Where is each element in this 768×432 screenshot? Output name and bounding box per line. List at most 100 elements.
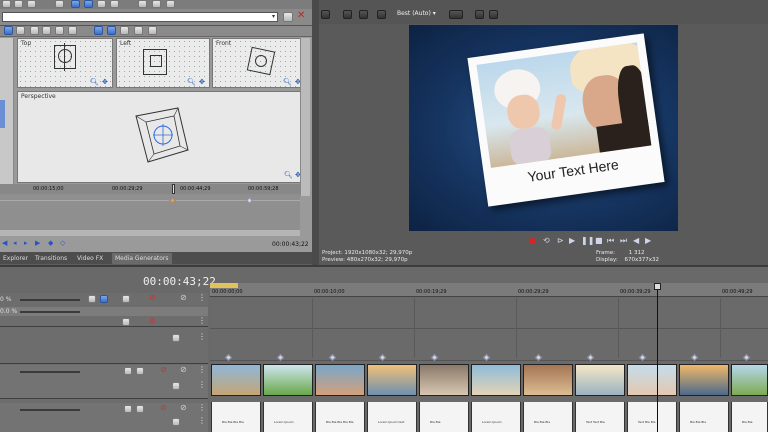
more-icon[interactable]: ⋮ [198,380,206,389]
text-clip[interactable]: Bla Bla [419,402,469,432]
video-clip[interactable] [419,364,469,396]
text-clip[interactable]: Lorem Ipsum [263,402,313,432]
track-motion-icon[interactable] [100,295,108,303]
split-screen-icon[interactable] [359,10,368,19]
video-clip[interactable] [575,364,625,396]
go-to-end-icon[interactable]: ⏭ [620,236,627,246]
move-icon[interactable] [42,26,51,35]
color-channel-icon[interactable] [449,10,463,19]
loop-icon[interactable]: ⟲ [543,236,550,245]
zoom-icon[interactable]: 🔍︎ [90,79,102,86]
solo-icon[interactable]: ⊘ [180,365,187,374]
keyframe-marker[interactable] [168,196,177,205]
text-clip[interactable]: Bla Bla Bla Bla [211,402,261,432]
normal-edit-tool-icon[interactable] [71,0,80,8]
tab-video-fx[interactable]: Video FX [74,253,106,264]
playhead-handle[interactable] [654,283,661,290]
tab-explorer[interactable]: Explorer [0,253,31,264]
scale-icon[interactable] [68,26,77,35]
play-from-start-icon[interactable]: ⊳ [557,236,564,245]
text-clip[interactable]: Lorem Ipsum text [367,402,417,432]
view-scrollbar[interactable] [300,38,310,196]
lock-icon[interactable] [152,0,161,8]
pause-icon[interactable]: ❚❚ [581,236,594,245]
video-clip[interactable] [627,364,677,396]
panel-splitter[interactable] [312,0,319,265]
layout-two-icon[interactable] [107,26,116,35]
perspective-frame-shape[interactable] [128,104,198,166]
orbit-icon[interactable] [148,26,157,35]
preview-properties-icon[interactable] [321,10,330,19]
snap-icon[interactable] [55,0,64,8]
tab-media-generators[interactable]: Media Generators [112,253,172,264]
video-clip[interactable] [263,364,313,396]
mute-icon[interactable] [88,295,96,303]
ripple-icon[interactable] [138,0,147,8]
video-clip[interactable] [367,364,417,396]
stop-icon[interactable]: ■ [595,236,603,245]
paste-icon[interactable] [27,0,36,8]
video-clip[interactable] [471,364,521,396]
text-clip[interactable]: Bla Bla Bla [679,402,729,432]
video-clip[interactable] [731,364,768,396]
track-header-1[interactable]: 0 % ⊘ ⊘ ⋮ 0.0 % ⊘ ⋮ [0,293,208,327]
bypass-icon[interactable]: ⊘ [160,403,167,412]
more-icon[interactable]: ⋮ [198,332,206,341]
video-clip[interactable] [679,364,729,396]
loop-region[interactable] [210,283,238,288]
zoom-tool-icon[interactable] [110,0,119,8]
grid-icon[interactable] [30,26,39,35]
text-clip[interactable]: Text Bla Bla [627,402,677,432]
delete-preset-icon[interactable]: ✕ [297,11,305,21]
tab-transitions[interactable]: Transitions [32,253,70,264]
next-frame-icon[interactable]: ▶ [645,236,651,245]
timeline-ruler[interactable]: 00:00:00;00 00:00:10;00 00:00:19;29 00:0… [210,283,768,297]
level-slider[interactable] [20,409,80,411]
text-clip[interactable]: Bla Bla Bla [523,402,573,432]
layout-four-icon[interactable] [94,26,103,35]
move-arrows-icon[interactable]: ✥ [199,79,211,86]
composite-mode-icon[interactable] [122,318,130,326]
zoom-icon[interactable]: 🔍︎ [283,79,295,86]
layout-single-icon[interactable] [134,26,143,35]
text-clip[interactable]: Bla Bla [731,402,768,432]
markers-icon[interactable] [166,0,175,8]
more-icon[interactable]: ⋮ [198,403,206,412]
composite-mode-icon[interactable] [172,382,180,390]
preset-dropdown[interactable]: ▾ [2,12,278,22]
preview-quality-select[interactable]: Best (Auto) ▾ [397,10,445,19]
more-icon[interactable]: ⋮ [198,365,206,374]
level-slider[interactable] [20,311,80,313]
copy-snapshot-icon[interactable] [489,10,498,19]
track-header-2[interactable]: ⋮ [0,328,208,364]
more-icon[interactable]: ⋮ [198,316,206,325]
bypass-icon[interactable]: ⊘ [149,316,156,325]
cut-icon[interactable] [2,0,11,8]
text-clip[interactable]: Bla Bla Bla Bla Bla [315,402,365,432]
more-icon[interactable]: ⋮ [198,293,206,302]
bypass-icon[interactable]: ⊘ [149,293,156,302]
composite-mode-icon[interactable] [172,418,180,426]
level-slider[interactable] [20,299,80,301]
move-arrows-icon[interactable]: ✥ [102,79,114,86]
next-keyframe-icon[interactable]: ▸ [24,239,28,247]
redo-icon[interactable] [16,26,25,35]
overlays-icon[interactable] [377,10,386,19]
video-clip[interactable] [211,364,261,396]
prev-keyframe-icon[interactable]: ◂ [13,239,17,247]
keyframe-cursor[interactable] [172,184,175,194]
external-monitor-icon[interactable] [343,10,352,19]
track-header-4[interactable]: ⊘ ⊘ ⋮ ⋮ [0,403,208,432]
first-keyframe-icon[interactable]: ◀ [2,239,7,247]
track-fx-icon[interactable] [136,405,144,413]
snapshot-icon[interactable] [475,10,484,19]
add-keyframe-icon[interactable]: ◆ [48,239,53,247]
save-preset-icon[interactable] [283,12,293,22]
record-icon[interactable]: ● [529,236,536,245]
layout-one-icon[interactable] [120,26,129,35]
top-view[interactable]: Top 🔍︎ ✥ [17,38,113,88]
more-icon[interactable]: ⋮ [198,416,206,425]
play-icon[interactable]: ▶ [569,236,575,245]
video-preview[interactable]: Your Text Here [409,25,678,231]
track-fx-icon[interactable] [122,295,130,303]
